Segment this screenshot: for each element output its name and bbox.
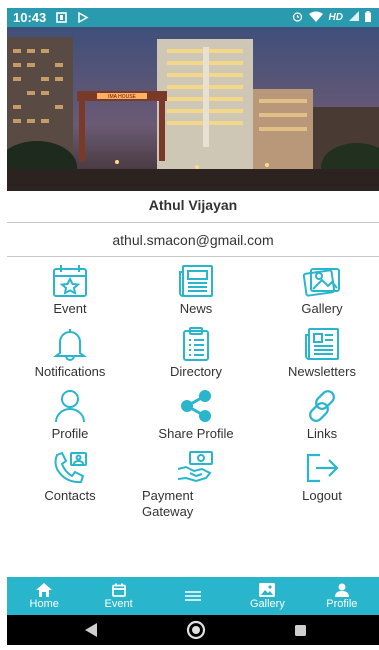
menu-item-label: News [179, 301, 213, 316]
menu-item-newsletters[interactable]: Newsletters [262, 326, 379, 380]
menu-item-contacts[interactable]: Contacts [10, 450, 130, 504]
calendar-star-icon [10, 263, 130, 299]
menu-item-label: Notifications [34, 364, 106, 379]
menu-item-notifications[interactable]: Notifications [10, 326, 130, 380]
bell-icon [10, 326, 130, 362]
bottom-nav-menu[interactable] [156, 577, 230, 615]
share-icon [136, 388, 256, 424]
menu-item-label: Links [306, 426, 338, 441]
play-store-icon [77, 12, 89, 23]
notification-icon [56, 12, 68, 23]
logout-icon [262, 450, 379, 486]
bottom-navigation: Home Event Gallery Profile [7, 577, 379, 615]
status-time: 10:43 [13, 10, 47, 25]
image-icon [259, 582, 276, 598]
network-type-label: HD [328, 12, 343, 23]
menu-item-label: Logout [302, 488, 342, 503]
divider [7, 256, 379, 257]
status-bar: 10:43 HD [7, 8, 379, 27]
signal-icon [349, 11, 359, 24]
bottom-nav-label: Gallery [250, 598, 285, 610]
menu-item-event[interactable]: Event [10, 263, 130, 317]
menu-item-logout[interactable]: Logout [262, 450, 379, 504]
menu-item-label: Newsletters [288, 364, 356, 379]
menu-item-label: Event [53, 301, 87, 316]
bottom-nav-home[interactable]: Home [7, 577, 81, 615]
bottom-nav-label: Home [29, 598, 59, 610]
recents-icon[interactable] [295, 625, 306, 636]
menu-item-label: Profile [51, 426, 89, 441]
menu-item-label: Payment Gateway [142, 488, 194, 519]
link-icon [262, 388, 379, 424]
person-icon [10, 388, 130, 424]
menu-item-label: Share Profile [158, 426, 234, 441]
handshake-payment-icon [136, 450, 256, 486]
menu-item-share-profile[interactable]: Share Profile [136, 388, 256, 442]
status-right: HD [292, 10, 371, 25]
menu-item-directory[interactable]: Directory [136, 326, 256, 380]
menu-item-label: Directory [169, 364, 222, 379]
divider [7, 222, 379, 223]
user-name: Athul Vijayan [148, 197, 238, 213]
back-icon[interactable] [85, 623, 97, 637]
wifi-icon [308, 11, 323, 25]
bottom-nav-profile[interactable]: Profile [305, 577, 379, 615]
bottom-nav-event[interactable]: Event [81, 577, 155, 615]
person-icon [334, 582, 349, 598]
images-icon [262, 263, 379, 299]
menu-item-label: Contacts [44, 488, 96, 503]
home-button-dot [192, 626, 200, 634]
header-building-image: IMA HOUSE [7, 27, 379, 191]
system-navigation-bar [7, 615, 379, 645]
calendar-icon [111, 582, 126, 598]
bottom-nav-label: Event [104, 598, 133, 610]
building-sign: IMA HOUSE [108, 94, 136, 100]
menu-item-profile[interactable]: Profile [10, 388, 130, 442]
bottom-nav-label: Profile [326, 598, 358, 610]
menu-item-news[interactable]: News [136, 263, 256, 317]
home-icon [36, 582, 53, 598]
newsletter-icon [262, 326, 379, 362]
menu-item-links[interactable]: Links [262, 388, 379, 442]
menu-item-label: Gallery [301, 301, 343, 316]
bottom-nav-gallery[interactable]: Gallery [230, 577, 304, 615]
menu-item-payment-gateway[interactable]: Payment Gateway [136, 450, 256, 520]
menu-item-gallery[interactable]: Gallery [262, 263, 379, 317]
alarm-icon [292, 11, 303, 25]
newspaper-icon [136, 263, 256, 299]
user-email: athul.smacon@gmail.com [112, 232, 274, 248]
clipboard-list-icon [136, 326, 256, 362]
battery-icon [365, 10, 371, 25]
phone-contact-icon [10, 450, 130, 486]
menu-icon [185, 588, 202, 604]
